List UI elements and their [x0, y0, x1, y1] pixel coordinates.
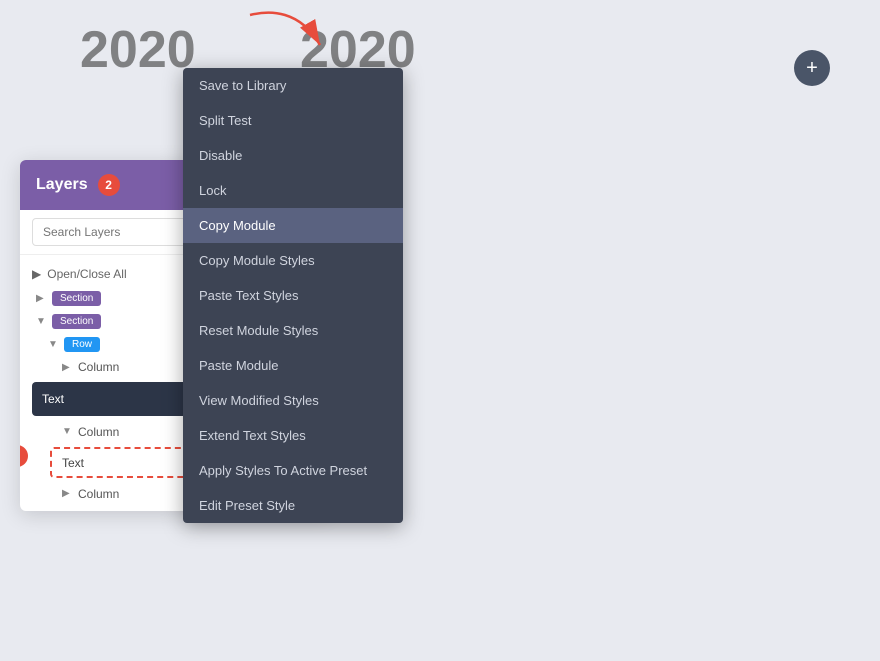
row-arrow: ▼ [48, 339, 60, 350]
column-label-1: Column [78, 360, 119, 374]
column-arrow-1: ▶ [62, 362, 74, 373]
menu-item-2[interactable]: Disable [183, 138, 403, 173]
section-arrow-1: ▶ [36, 293, 48, 304]
menu-item-11[interactable]: Apply Styles To Active Preset [183, 453, 403, 488]
step-badge-3: 3 [20, 445, 28, 467]
column-arrow-2: ▼ [62, 426, 74, 437]
menu-item-9[interactable]: View Modified Styles [183, 383, 403, 418]
row-badge: Row [64, 337, 100, 352]
column-label-3: Column [78, 487, 119, 501]
arrow-indicator [240, 5, 340, 70]
menu-item-3[interactable]: Lock [183, 173, 403, 208]
column-label-2: Column [78, 425, 119, 439]
menu-item-7[interactable]: Reset Module Styles [183, 313, 403, 348]
text-label-selected: Text [62, 456, 84, 470]
context-menu: Save to LibrarySplit TestDisableLockCopy… [183, 68, 403, 523]
menu-item-8[interactable]: Paste Module [183, 348, 403, 383]
layers-badge: 2 [98, 174, 120, 196]
open-close-arrow: ▶ [32, 267, 41, 281]
column-arrow-3: ▶ [62, 488, 74, 499]
text-label-active: Text [42, 392, 64, 406]
menu-item-1[interactable]: Split Test [183, 103, 403, 138]
year-left: 2020 [80, 20, 196, 80]
menu-item-12[interactable]: Edit Preset Style [183, 488, 403, 523]
add-button[interactable]: + [794, 50, 830, 86]
menu-item-0[interactable]: Save to Library [183, 68, 403, 103]
menu-item-4[interactable]: Copy Module [183, 208, 403, 243]
layers-title: Layers [36, 176, 88, 194]
menu-item-10[interactable]: Extend Text Styles [183, 418, 403, 453]
section-badge-2: Section [52, 314, 101, 329]
menu-item-5[interactable]: Copy Module Styles [183, 243, 403, 278]
section-arrow-2: ▼ [36, 316, 48, 327]
menu-item-6[interactable]: Paste Text Styles [183, 278, 403, 313]
open-close-label: Open/Close All [47, 267, 126, 281]
section-badge-1: Section [52, 291, 101, 306]
